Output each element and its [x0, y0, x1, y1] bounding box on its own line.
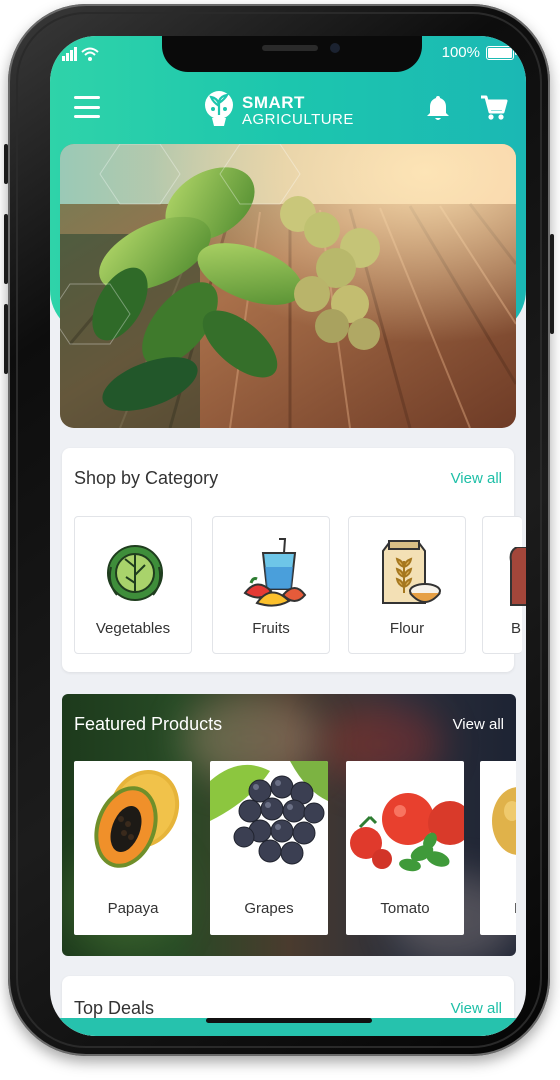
category-section: Shop by Category View all Vegetables Fru…: [62, 448, 526, 672]
category-tile-vegetables[interactable]: Vegetables: [74, 516, 192, 654]
volume-down-button: [4, 304, 8, 374]
product-name: Grapes: [244, 900, 294, 917]
flour-sack-icon: [382, 540, 441, 604]
field-plants-image: [60, 144, 516, 428]
product-card-partial[interactable]: P: [480, 761, 516, 935]
hamburger-menu-icon[interactable]: [74, 96, 100, 118]
app-screen: 100% SMART AGRICULTURE Shop by Category …: [50, 36, 526, 1036]
cart-icon[interactable]: [480, 94, 508, 122]
speaker: [262, 45, 318, 51]
featured-title: Featured Products: [74, 714, 223, 734]
product-card-grapes[interactable]: Grapes: [210, 761, 328, 935]
category-title: Shop by Category: [74, 468, 219, 488]
category-label: Flour: [389, 620, 425, 637]
potato-image: [492, 787, 516, 855]
battery-icon: [486, 45, 517, 60]
product-name: Tomato: [380, 900, 430, 917]
cabbage-icon: [107, 545, 163, 601]
signal-icon: [62, 44, 78, 61]
category-label: B: [511, 620, 522, 637]
app-logo: SMART AGRICULTURE: [202, 90, 354, 130]
logo-title: SMART: [242, 92, 305, 112]
bread-icon: [509, 547, 526, 606]
fruit-juice-icon: [243, 538, 307, 607]
battery-percent: 100%: [441, 44, 480, 61]
logo-subtitle: AGRICULTURE: [242, 110, 354, 128]
category-label: Vegetables: [95, 620, 171, 637]
lightbulb-leaf-icon: [205, 91, 233, 126]
mute-switch: [4, 144, 8, 184]
category-view-all-link[interactable]: View all: [451, 470, 502, 487]
volume-up-button: [4, 214, 8, 284]
home-indicator[interactable]: [206, 1018, 372, 1023]
grapes-image: [210, 761, 328, 865]
category-tile-fruits[interactable]: Fruits: [212, 516, 330, 654]
status-left: [62, 44, 99, 61]
category-label: Fruits: [252, 620, 290, 637]
bell-icon[interactable]: [426, 94, 450, 122]
camera: [330, 43, 340, 53]
category-tile-bread[interactable]: B: [482, 516, 526, 654]
product-card-tomato[interactable]: Tomato: [346, 761, 464, 935]
product-name: P: [514, 900, 516, 917]
app-toolbar: SMART AGRICULTURE: [50, 86, 526, 132]
notch: [162, 36, 422, 72]
phone-frame: 100% SMART AGRICULTURE Shop by Category …: [4, 4, 554, 1056]
product-name: Papaya: [107, 900, 159, 917]
hero-banner[interactable]: [60, 144, 516, 428]
papaya-image: [94, 770, 180, 868]
power-button: [550, 234, 554, 334]
featured-section: Featured Products View all Papaya Grapes…: [62, 694, 516, 956]
featured-view-all-link[interactable]: View all: [453, 716, 504, 733]
category-tile-flour[interactable]: Flour: [348, 516, 466, 654]
top-deals-title: Top Deals: [74, 998, 155, 1018]
tomato-image: [350, 793, 464, 872]
wifi-icon: [81, 47, 99, 61]
product-card-papaya[interactable]: Papaya: [74, 761, 192, 935]
status-right: 100%: [441, 44, 517, 61]
top-deals-view-all-link[interactable]: View all: [451, 1000, 502, 1017]
